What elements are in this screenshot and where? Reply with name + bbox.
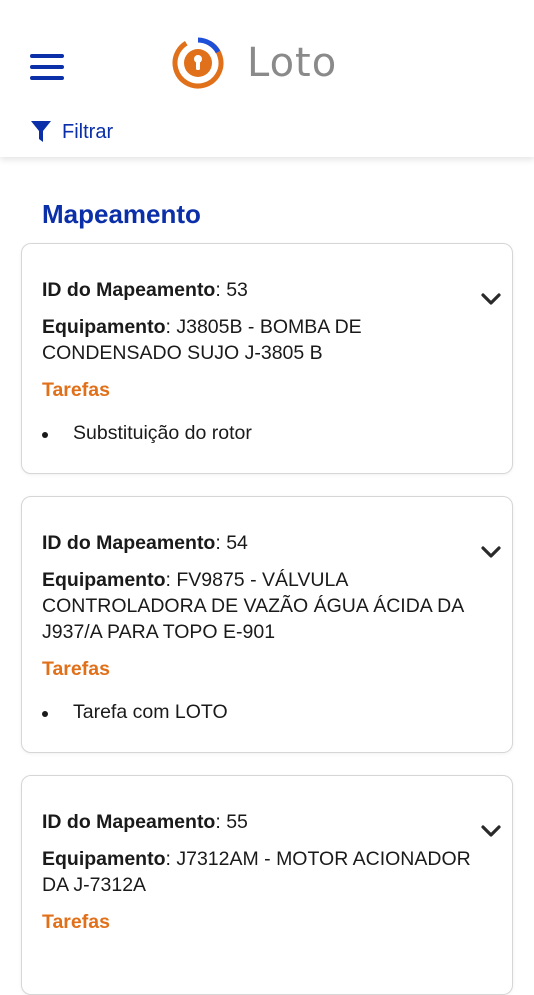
mapping-card[interactable]: ID do Mapeamento: 54 Equipamento: FV9875… bbox=[21, 496, 513, 753]
tasks-title: Tarefas bbox=[42, 911, 110, 933]
equipment: Equipamento: J3805B - BOMBA DE CONDENSAD… bbox=[42, 316, 362, 364]
mapping-id-value: 54 bbox=[226, 532, 248, 554]
filter-label: Filtrar bbox=[62, 120, 114, 143]
tasks-title: Tarefas bbox=[42, 658, 110, 680]
equipment-label: Equipamento bbox=[42, 848, 166, 870]
equipment-label: Equipamento bbox=[42, 316, 166, 338]
mapping-id-label: ID do Mapeamento bbox=[42, 532, 216, 554]
app-name: Loto bbox=[247, 40, 338, 86]
section-title: Mapeamento bbox=[42, 199, 201, 229]
mapping-card[interactable]: ID do Mapeamento: 55 Equipamento: J7312A… bbox=[21, 775, 513, 995]
app-header: Loto Filtrar bbox=[0, 0, 534, 157]
filter-button[interactable]: Filtrar bbox=[30, 120, 113, 144]
equipment: Equipamento: J7312AM - MOTOR ACIONADOR D… bbox=[42, 848, 471, 896]
mapping-id-value: 53 bbox=[226, 279, 248, 301]
task-item: Substituição do rotor bbox=[42, 422, 482, 445]
tasks-title: Tarefas bbox=[42, 379, 110, 401]
mapping-id-label: ID do Mapeamento bbox=[42, 811, 216, 833]
mapping-id-value: 55 bbox=[226, 811, 248, 833]
funnel-icon bbox=[31, 121, 51, 142]
chevron-down-icon[interactable] bbox=[480, 292, 502, 306]
chevron-down-icon[interactable] bbox=[480, 824, 502, 838]
task-item: Tarefa com LOTO bbox=[42, 701, 482, 724]
hamburger-menu-icon[interactable] bbox=[30, 54, 64, 80]
mapping-id: ID do Mapeamento: 55 bbox=[42, 811, 248, 833]
equipment: Equipamento: FV9875 - VÁLVULA CONTROLADO… bbox=[42, 569, 464, 643]
app-logo: Loto bbox=[171, 36, 337, 90]
loto-logo-icon bbox=[172, 37, 224, 89]
mapping-id: ID do Mapeamento: 54 bbox=[42, 532, 248, 554]
mapping-id-label: ID do Mapeamento bbox=[42, 279, 216, 301]
mapping-id: ID do Mapeamento: 53 bbox=[42, 279, 248, 301]
mapping-card[interactable]: ID do Mapeamento: 53 Equipamento: J3805B… bbox=[21, 243, 513, 474]
chevron-down-icon[interactable] bbox=[480, 545, 502, 559]
equipment-label: Equipamento bbox=[42, 569, 166, 591]
